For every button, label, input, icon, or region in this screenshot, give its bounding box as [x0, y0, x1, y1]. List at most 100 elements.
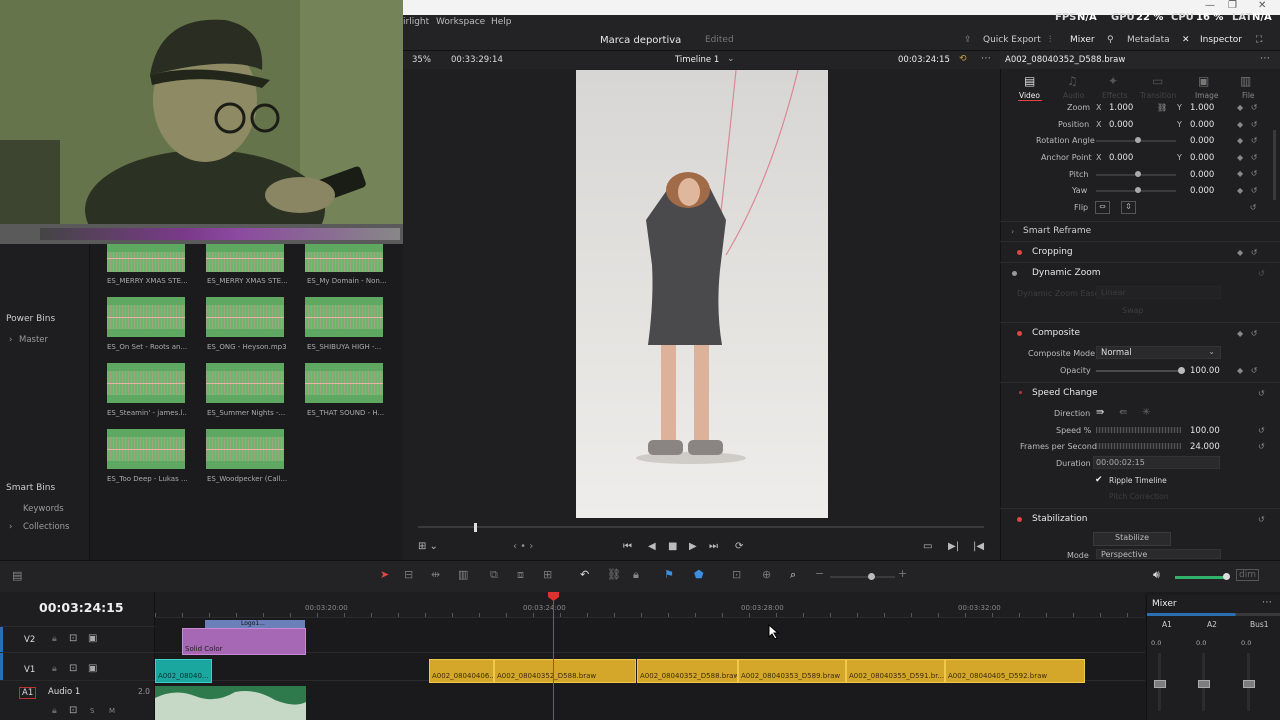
bin-collections[interactable]: Collections	[23, 522, 69, 532]
video-tab-icon[interactable]: ▤	[1024, 74, 1035, 88]
jog-icon[interactable]: ‹ • ›	[513, 541, 533, 552]
lock-icon[interactable]: 🔒︎	[52, 706, 57, 716]
chevron-right-icon[interactable]: ›	[9, 335, 12, 345]
speed-field[interactable]: 100.00	[1190, 426, 1220, 436]
scrub-playhead[interactable]	[474, 523, 477, 532]
trim-tool-icon[interactable]: ⊟	[404, 568, 413, 581]
media-clip[interactable]	[305, 297, 383, 337]
timeline-view-options-icon[interactable]: ▤	[12, 569, 22, 582]
media-clip[interactable]	[206, 429, 284, 469]
expand-icon[interactable]: ⛶	[1256, 35, 1262, 45]
anchor-x-field[interactable]: 0.000	[1109, 153, 1133, 163]
auto-select-icon[interactable]: ⊡	[69, 705, 77, 716]
timeline-ruler[interactable]: 00:03:20:00 00:03:24:00 00:03:28:00 00:0…	[155, 592, 1145, 618]
match-frame-icon[interactable]: ▭	[923, 541, 932, 552]
volume-slider[interactable]	[1175, 576, 1227, 579]
lock-icon[interactable]: 🔒︎	[52, 664, 57, 674]
effects-tab-icon[interactable]: ✦	[1108, 74, 1118, 88]
position-x-field[interactable]: 0.000	[1109, 120, 1133, 130]
pitch-field[interactable]: 0.000	[1190, 170, 1214, 180]
file-tab-icon[interactable]: ▥	[1240, 74, 1251, 88]
timeline-clip[interactable]: A002_08040352_D588.braw	[637, 659, 738, 683]
track-name[interactable]: Audio 1	[48, 687, 80, 697]
link-icon[interactable]: ⛓	[1157, 103, 1167, 112]
position-y-field[interactable]: 0.000	[1190, 120, 1214, 130]
metadata-button[interactable]: Metadata	[1127, 35, 1170, 45]
lock-icon[interactable]: 🔒︎	[52, 634, 57, 644]
timeline-clip[interactable]: A002_08040405_D592.braw	[945, 659, 1085, 683]
linked-selection-icon[interactable]: ⛓	[607, 568, 621, 581]
insert-clip-icon[interactable]: ⧉	[490, 568, 498, 582]
cropping-enable-icon[interactable]	[1017, 250, 1022, 255]
swap-button[interactable]: Swap	[1122, 306, 1144, 315]
media-clip[interactable]	[305, 363, 383, 403]
timeline-audio-clip[interactable]	[155, 686, 306, 720]
maximize-icon[interactable]: ❐	[1228, 0, 1237, 11]
anchor-y-field[interactable]: 0.000	[1190, 153, 1214, 163]
metadata-icon[interactable]: ⚲	[1107, 35, 1114, 45]
overwrite-clip-icon[interactable]: ⧈	[517, 568, 524, 582]
reset-icon[interactable]: ↺	[1258, 269, 1265, 278]
reset-icon[interactable]: ↺	[1258, 515, 1265, 524]
menu-workspace[interactable]: Workspace	[436, 17, 485, 27]
replace-clip-icon[interactable]: ⊞	[543, 568, 552, 581]
chevron-down-icon[interactable]: ⌄	[727, 54, 735, 64]
fps-field[interactable]: 24.000	[1190, 442, 1220, 452]
mixer-icon[interactable]: ⫶	[1049, 35, 1051, 45]
close-icon[interactable]: ✕	[1258, 0, 1266, 11]
zoom-in-icon[interactable]: +	[898, 567, 907, 580]
cropping-section[interactable]: Cropping	[1032, 247, 1073, 257]
timeline-clip-solid-color[interactable]: Solid Color	[182, 628, 306, 655]
stop-icon[interactable]: ■	[668, 541, 677, 552]
tab-audio[interactable]: Audio	[1063, 91, 1084, 100]
tab-transition[interactable]: Transition	[1140, 91, 1176, 100]
menu-help[interactable]: Help	[491, 17, 512, 27]
keyframe-icon[interactable]: ◆ ↺	[1237, 133, 1267, 150]
composite-section[interactable]: Composite	[1032, 328, 1080, 338]
timeline-clip-selected[interactable]: A002_08040352_D588.braw	[494, 659, 636, 683]
tab-effects[interactable]: Effects	[1102, 91, 1128, 100]
keyframe-icon[interactable]: ◆ ↺	[1237, 329, 1257, 338]
inspector-icon[interactable]: ✕	[1182, 35, 1190, 45]
reverse-direction-icon[interactable]: ⇚	[1119, 407, 1127, 418]
timeline-clip[interactable]: A002_08040...	[155, 659, 212, 683]
ripple-checkbox[interactable]: ✔	[1095, 475, 1103, 485]
timeline-clip[interactable]: A002_08040406...	[429, 659, 494, 683]
track-visibility-icon[interactable]: ▣	[88, 633, 97, 644]
snapping-icon[interactable]: ↶	[580, 568, 589, 581]
auto-select-icon[interactable]: ⊡	[69, 633, 77, 644]
viewer-options-icon[interactable]: ⊞ ⌄	[418, 541, 438, 552]
mute-button[interactable]: M	[109, 707, 115, 715]
reset-icon[interactable]: ↺	[1258, 426, 1265, 435]
go-to-start-icon[interactable]: ⏮	[623, 541, 632, 552]
media-clip[interactable]	[107, 244, 185, 272]
media-clip[interactable]	[206, 363, 284, 403]
dynamic-zoom-ease-select[interactable]: Linear	[1096, 286, 1221, 299]
media-clip[interactable]	[107, 429, 185, 469]
keyframe-icon[interactable]: ◆ ↺	[1237, 366, 1257, 375]
composite-enable-icon[interactable]	[1017, 331, 1022, 336]
next-edit-icon[interactable]: ▶|	[948, 541, 959, 552]
flip-vertical-icon[interactable]: ⇕	[1121, 201, 1136, 214]
zoom-x-field[interactable]: 1.000	[1109, 103, 1133, 113]
composite-mode-select[interactable]: Normal ⌄	[1096, 346, 1221, 359]
keyframe-icon[interactable]: ◆ ↺	[1237, 183, 1267, 200]
track-visibility-icon[interactable]: ▣	[88, 663, 97, 674]
duration-field[interactable]: 00:00:02:15	[1093, 456, 1220, 469]
bin-keywords[interactable]: Keywords	[23, 504, 64, 514]
inspector-scrollbar[interactable]	[1273, 130, 1276, 200]
media-clip[interactable]	[107, 363, 185, 403]
viewer-zoom[interactable]: 35%	[412, 55, 431, 65]
more-options-icon[interactable]: ⋯	[1260, 53, 1270, 64]
smart-reframe-section[interactable]: Smart Reframe	[1023, 226, 1091, 236]
blade-tool-icon[interactable]: ▥	[458, 568, 468, 581]
media-clip[interactable]	[305, 244, 383, 272]
reset-icon[interactable]: ↺	[1258, 389, 1265, 398]
dynamic-zoom-section[interactable]: Dynamic Zoom	[1032, 268, 1101, 278]
more-options-icon[interactable]: ⋯	[981, 53, 991, 64]
chevron-right-icon[interactable]: ›	[9, 522, 12, 532]
play-icon[interactable]: ▶	[689, 541, 697, 552]
zoom-out-icon[interactable]: −	[815, 567, 824, 580]
fader-knob[interactable]	[1198, 680, 1210, 688]
detail-zoom-icon[interactable]: ⊕	[762, 568, 771, 581]
